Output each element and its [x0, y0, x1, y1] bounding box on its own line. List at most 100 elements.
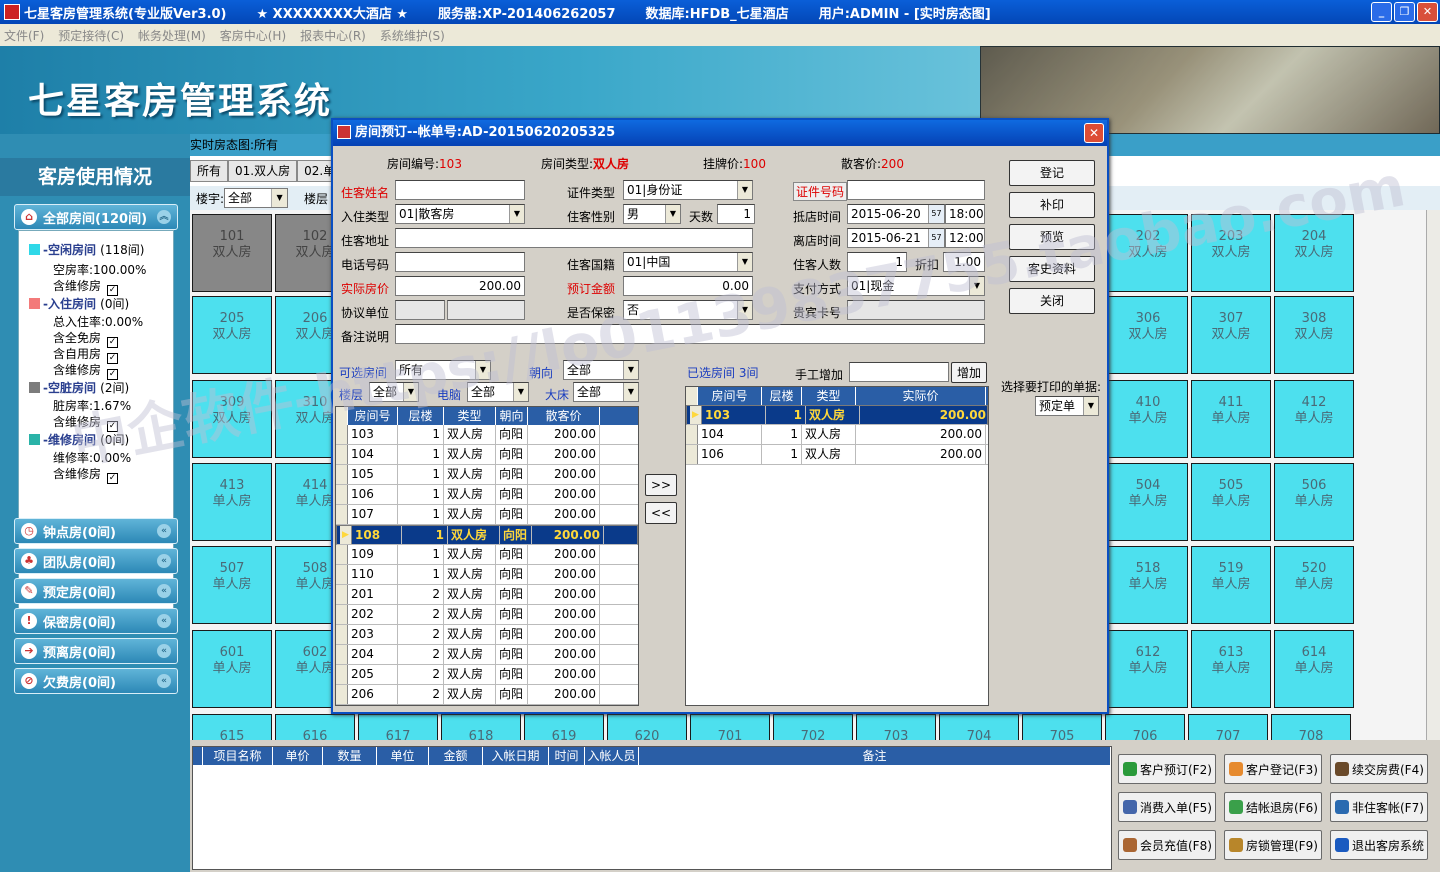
- room-tile[interactable]: 504 单人房: [1108, 463, 1188, 541]
- grid-row[interactable]: 106 1 双人房 200.00: [686, 445, 988, 465]
- grid-row[interactable]: 107 1 双人房 向阳 200.00: [336, 505, 638, 525]
- grid-col-header[interactable]: 朝向: [496, 407, 528, 425]
- days-input[interactable]: 1: [717, 204, 755, 224]
- room-tile[interactable]: 202 双人房: [1108, 214, 1188, 292]
- discount-input[interactable]: 1.00: [943, 252, 985, 272]
- nation-select[interactable]: 01|中国 ▼: [623, 252, 753, 272]
- grid-col-header[interactable]: 类型: [444, 407, 496, 425]
- grid-row[interactable]: 109 1 双人房 向阳 200.00: [336, 545, 638, 565]
- id-no-input[interactable]: [847, 180, 985, 200]
- phone-input[interactable]: [395, 252, 525, 272]
- guest-name-input[interactable]: [395, 180, 525, 200]
- grid-row[interactable]: 201 2 双人房 向阳 200.00: [336, 585, 638, 605]
- room-tile[interactable]: 505 单人房: [1191, 463, 1271, 541]
- room-tile[interactable]: 520 单人房: [1274, 546, 1354, 624]
- grid-col-header[interactable]: 实际价: [856, 387, 986, 405]
- preview-button[interactable]: 预览: [1009, 224, 1095, 250]
- repair-checkbox[interactable]: ✓: [107, 473, 119, 484]
- menu-housekeeping[interactable]: 客房中心(H): [220, 27, 286, 44]
- room-tile[interactable]: 620: [607, 714, 687, 740]
- grid-row[interactable]: 204 2 双人房 向阳 200.00: [336, 645, 638, 665]
- grid-row[interactable]: 106 1 双人房 向阳 200.00: [336, 485, 638, 505]
- checkin-type-select[interactable]: 01|散客房 ▼: [395, 204, 525, 224]
- bed-select[interactable]: 全部 ▼: [573, 382, 639, 402]
- room-tile[interactable]: 705: [1022, 714, 1102, 740]
- depart-date-input[interactable]: 2015-06-21 57: [847, 228, 945, 248]
- guests-input[interactable]: 1: [847, 252, 907, 272]
- room-tile[interactable]: 601 单人房: [192, 630, 272, 708]
- lock-button[interactable]: 房锁管理(F9): [1224, 830, 1322, 860]
- sidebar-group[interactable]: ♣ 团队房(0间) «: [14, 548, 178, 574]
- chevron-up-icon[interactable]: ︽: [157, 210, 171, 224]
- reserve-button[interactable]: 客户预订(F2): [1118, 754, 1216, 784]
- remark-input[interactable]: [395, 324, 985, 344]
- avail-select[interactable]: 所有 ▼: [395, 360, 491, 380]
- room-tile[interactable]: 519 单人房: [1191, 546, 1271, 624]
- member-button[interactable]: 会员充值(F8): [1118, 830, 1216, 860]
- checkin-button[interactable]: 客户登记(F3): [1224, 754, 1322, 784]
- room-tile[interactable]: 701: [690, 714, 770, 740]
- grid-row[interactable]: ▶ 103 1 双人房 200.00: [686, 405, 988, 425]
- room-tile[interactable]: 308 双人房: [1274, 296, 1354, 374]
- grid-col-header[interactable]: 房间号: [698, 387, 762, 405]
- checkout-button[interactable]: 结帐退房(F6): [1224, 792, 1322, 822]
- depart-time-input[interactable]: 12:00: [945, 228, 985, 248]
- room-tile[interactable]: 506 单人房: [1274, 463, 1354, 541]
- grid-col-header[interactable]: 类型: [802, 387, 856, 405]
- grid-row[interactable]: 110 1 双人房 向阳 200.00: [336, 565, 638, 585]
- room-grid-scrollbar[interactable]: [1426, 210, 1440, 740]
- room-tile[interactable]: 704: [939, 714, 1019, 740]
- tab-double[interactable]: 01.双人房: [228, 160, 298, 182]
- room-tile[interactable]: 306 双人房: [1108, 296, 1188, 374]
- room-tile[interactable]: 413 单人房: [192, 463, 272, 541]
- building-select[interactable]: 全部 ▼: [224, 188, 289, 208]
- grid-row[interactable]: 205 2 双人房 向阳 200.00: [336, 665, 638, 685]
- room-tile[interactable]: 411 单人房: [1191, 380, 1271, 458]
- move-left-button[interactable]: <<: [645, 502, 677, 524]
- menu-reports[interactable]: 报表中心(R): [300, 27, 366, 44]
- grid-row[interactable]: 103 1 双人房 向阳 200.00: [336, 425, 638, 445]
- room-tile[interactable]: 307 双人房: [1191, 296, 1271, 374]
- consume-button[interactable]: 消费入单(F5): [1118, 792, 1216, 822]
- arrive-date-input[interactable]: 2015-06-20 57: [847, 204, 945, 224]
- sidebar-secret[interactable]: ! 保密房(0间) «: [14, 608, 178, 634]
- id-type-select[interactable]: 01|身份证 ▼: [623, 180, 753, 200]
- room-tile[interactable]: 707: [1188, 714, 1268, 740]
- grid-row[interactable]: 203 2 双人房 向阳 200.00: [336, 625, 638, 645]
- sidebar-arrears[interactable]: ⊘ 欠费房(0间) «: [14, 668, 178, 694]
- room-tile[interactable]: 613 单人房: [1191, 630, 1271, 708]
- room-tile[interactable]: 616: [275, 714, 355, 740]
- grid-col-header[interactable]: 层楼: [398, 407, 444, 425]
- menu-reservation[interactable]: 预定接待(C): [58, 27, 124, 44]
- grid-col-header[interactable]: 散客价: [528, 407, 600, 425]
- room-tile[interactable]: 619: [524, 714, 604, 740]
- room-tile[interactable]: 618: [441, 714, 521, 740]
- grid-row[interactable]: 206 2 双人房 向阳 200.00: [336, 685, 638, 705]
- arrive-time-input[interactable]: 18:00: [945, 204, 985, 224]
- grid-row[interactable]: 105 1 双人房 向阳 200.00: [336, 465, 638, 485]
- room-tile[interactable]: 706: [1105, 714, 1185, 740]
- grid-row[interactable]: 104 1 双人房 向阳 200.00: [336, 445, 638, 465]
- id-no-button[interactable]: 证件号码: [793, 182, 848, 201]
- room-tile[interactable]: 615: [192, 714, 272, 740]
- room-tile[interactable]: 101 双人房: [192, 214, 272, 292]
- minimize-button[interactable]: _: [1371, 2, 1392, 22]
- guest-history-button[interactable]: 客史资料: [1009, 256, 1095, 282]
- reprint-button[interactable]: 补印: [1009, 192, 1095, 218]
- sidebar-departing[interactable]: ➔ 预离房(0间) «: [14, 638, 178, 664]
- room-tile[interactable]: 518 单人房: [1108, 546, 1188, 624]
- room-tile[interactable]: 204 双人房: [1274, 214, 1354, 292]
- move-right-button[interactable]: >>: [645, 474, 677, 496]
- room-tile[interactable]: 412 单人房: [1274, 380, 1354, 458]
- add-button[interactable]: 增加: [951, 362, 988, 383]
- facing-select[interactable]: 全部 ▼: [563, 360, 639, 380]
- tab-all[interactable]: 所有: [190, 160, 229, 182]
- grid-col-header[interactable]: 房间号: [348, 407, 398, 425]
- grid-col-header[interactable]: 层楼: [762, 387, 802, 405]
- secret-select[interactable]: 否 ▼: [623, 300, 753, 320]
- room-tile[interactable]: 205 双人房: [192, 296, 272, 374]
- grid-row[interactable]: ▶ 108 1 双人房 向阳 200.00: [336, 525, 638, 545]
- maximize-button[interactable]: ❐: [1394, 2, 1415, 22]
- tv-select[interactable]: 全部 ▼: [467, 382, 529, 402]
- sidebar-reserved[interactable]: ✎ 预定房(0间) «: [14, 578, 178, 604]
